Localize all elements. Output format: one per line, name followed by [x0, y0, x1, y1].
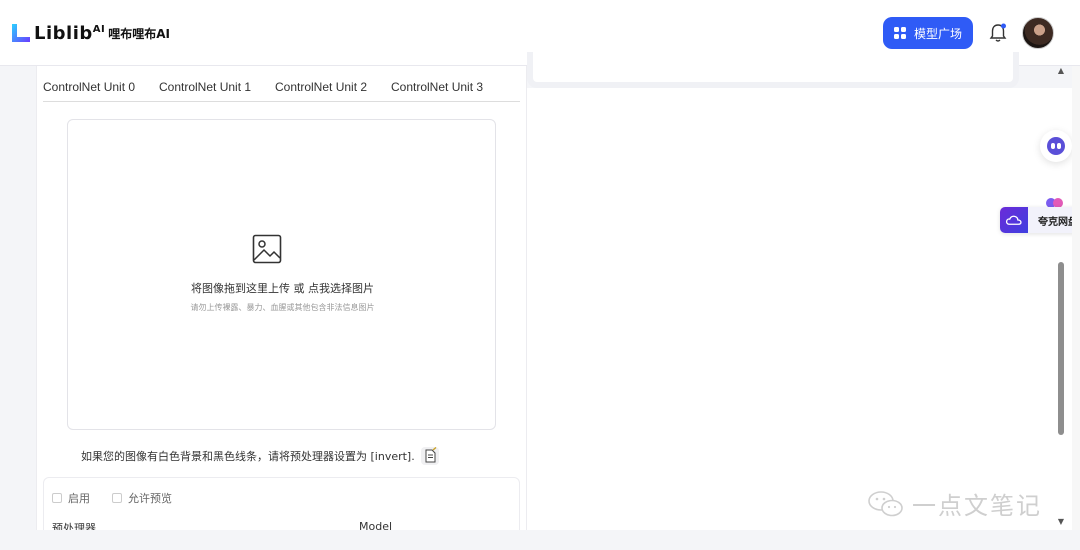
scroll-up-arrow-icon[interactable]: ▲ [1056, 66, 1066, 76]
scroll-down-arrow-icon[interactable]: ▼ [1056, 517, 1066, 527]
note-button[interactable] [420, 446, 439, 465]
logo-text: LiblibAI [34, 22, 106, 44]
invert-hint-text: 如果您的图像有白色背景和黑色线条，请将预处理器设置为 [invert]. [81, 450, 415, 463]
enable-checkbox[interactable] [52, 493, 62, 503]
preview-checkbox[interactable] [112, 493, 122, 503]
right-content-area [527, 88, 1072, 530]
ai-float-icon[interactable] [1040, 192, 1070, 208]
bottom-strip [0, 530, 1080, 550]
note-icon [425, 446, 437, 463]
logo-mark-icon [12, 24, 30, 42]
right-card [527, 52, 1019, 88]
assistant-face-icon [1047, 137, 1065, 155]
logo[interactable]: LiblibAI 哩布哩布AI [10, 22, 170, 44]
tab-controlnet-unit-0[interactable]: ControlNet Unit 0 [43, 78, 159, 101]
cloud-icon [1000, 207, 1028, 233]
bell-icon[interactable] [988, 22, 1008, 44]
quark-drive-widget[interactable]: 夸克网盘 [1000, 207, 1080, 233]
watermark-text: 一点文笔记 [912, 492, 1042, 520]
logo-subtitle: 哩布哩布AI [108, 26, 170, 41]
image-icon [252, 234, 282, 264]
tab-controlnet-unit-2[interactable]: ControlNet Unit 2 [275, 78, 391, 101]
upload-warning: 请勿上传裸露、暴力、血腥或其他包含非法信息图片 [190, 303, 375, 312]
controlnet-panel: ControlNet Unit 0 ControlNet Unit 1 Cont… [36, 66, 527, 537]
controlnet-tabs: ControlNet Unit 0 ControlNet Unit 1 Cont… [43, 78, 520, 102]
upload-instruction: 将图像拖到这里上传 或 点我选择图片 [191, 282, 374, 295]
model-market-button[interactable]: 模型广场 [883, 17, 973, 49]
preview-option[interactable]: 允许预览 [112, 490, 172, 506]
user-avatar[interactable] [1022, 17, 1054, 49]
tab-controlnet-unit-3[interactable]: ControlNet Unit 3 [391, 78, 507, 101]
preview-label: 允许预览 [128, 492, 172, 505]
model-market-label: 模型广场 [913, 26, 962, 41]
grid-icon [893, 27, 906, 39]
scrollbar-thumb[interactable] [1058, 262, 1064, 435]
assistant-float-button[interactable] [1040, 130, 1072, 162]
watermark: 一点文笔记 [866, 486, 1042, 521]
invert-hint: 如果您的图像有白色背景和黑色线条，请将预处理器设置为 [invert]. [81, 446, 439, 465]
controlnet-options: 启用 允许预览 预处理器 Model [43, 477, 520, 537]
enable-option[interactable]: 启用 [52, 490, 90, 506]
enable-label: 启用 [68, 492, 90, 505]
scrollbar-track[interactable] [1072, 66, 1080, 530]
wechat-icon [868, 490, 903, 516]
image-upload-dropzone[interactable]: 将图像拖到这里上传 或 点我选择图片 请勿上传裸露、暴力、血腥或其他包含非法信息… [67, 119, 496, 430]
tab-controlnet-unit-1[interactable]: ControlNet Unit 1 [159, 78, 275, 101]
